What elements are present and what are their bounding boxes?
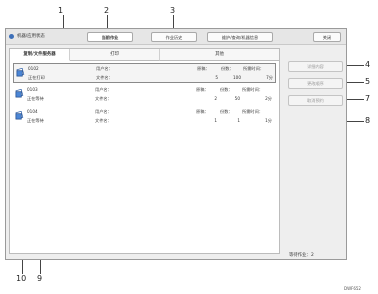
user-name-label: 用户名： [95, 109, 112, 114]
user-name-label: 用户名： [95, 87, 112, 92]
tab-job-history[interactable]: 作业历史 [151, 32, 197, 42]
details-button[interactable]: 详细内容 [288, 61, 343, 72]
waiting-jobs-count: 2 [310, 253, 314, 258]
sets-label: 份数： [220, 87, 233, 92]
sets-label: 份数： [221, 66, 234, 71]
callout-4: 4 [365, 60, 371, 69]
callout-8: 8 [365, 116, 371, 125]
callout-7: 7 [365, 94, 371, 103]
cancel-reserve-button[interactable]: 取消预约 [288, 95, 343, 106]
waiting-jobs-total: 等待作业：2 [289, 252, 314, 258]
copy-job-icon [16, 68, 25, 77]
maintenance-inquiry-button[interactable]: 维护/查询/机器信息 [207, 32, 273, 42]
job-status: 正在等待 [27, 96, 44, 101]
paper-value: 2 [214, 96, 217, 101]
sets-value: 1 [237, 118, 240, 123]
paper-value: 1 [214, 118, 217, 123]
time-value: 2分 [265, 96, 272, 101]
callout-1: 1 [58, 6, 64, 15]
job-number: 0104 [27, 109, 38, 114]
job-list-panel: 复制/文件服务器 打印 其他 0102 正在打印 用户名： 文件名： 原稿： 份… [9, 48, 280, 254]
paper-label: 原稿： [197, 66, 210, 71]
sets-label: 份数： [220, 109, 233, 114]
time-label: 所需时间： [242, 87, 263, 92]
time-value: 1分 [265, 118, 272, 123]
job-number: 0103 [27, 87, 38, 92]
top-bar: 机器/应用状态 当前作业 作业历史 维护/查询/机器信息 关闭 [6, 29, 346, 45]
sets-value: 100 [233, 75, 241, 80]
change-order-button[interactable]: 更改顺序 [288, 78, 343, 89]
paper-label: 原稿： [196, 109, 209, 114]
machine-status-label[interactable]: 机器/应用状态 [17, 32, 45, 41]
tab-printer[interactable]: 打印 [70, 49, 160, 61]
copy-job-icon [15, 89, 24, 98]
file-name-label: 文件名： [96, 75, 113, 80]
paper-label: 原稿： [196, 87, 209, 92]
callout-3: 3 [170, 6, 176, 15]
job-status: 正在打印 [28, 75, 45, 80]
file-name-label: 文件名： [95, 96, 112, 101]
job-row[interactable]: 0102 正在打印 用户名： 文件名： 原稿： 份数： 所需时间： 5 100 … [13, 63, 276, 83]
copy-job-icon [15, 111, 24, 120]
figure-id: DWF652 [344, 286, 361, 291]
callout-9: 9 [37, 274, 43, 283]
tab-current-jobs[interactable]: 当前作业 [87, 32, 133, 42]
callout-2: 2 [104, 6, 110, 15]
time-label: 所需时间： [243, 66, 264, 71]
waiting-jobs-label: 等待作业： [289, 253, 311, 258]
sets-value: 50 [234, 96, 240, 101]
job-row[interactable]: 0104 正在等待 用户名： 文件名： 原稿： 份数： 所需时间： 1 1 1分 [13, 107, 276, 127]
tab-copy-document-server[interactable]: 复制/文件服务器 [10, 49, 70, 61]
status-info-icon [9, 34, 14, 39]
close-button[interactable]: 关闭 [313, 32, 341, 42]
time-value: 7分 [266, 75, 273, 80]
job-list-screen: 机器/应用状态 当前作业 作业历史 维护/查询/机器信息 关闭 复制/文件服务器… [5, 28, 347, 260]
user-name-label: 用户名： [96, 66, 113, 71]
callout-5: 5 [365, 77, 371, 86]
callout-10: 10 [16, 274, 27, 283]
file-name-label: 文件名： [95, 118, 112, 123]
paper-value: 5 [215, 75, 218, 80]
job-number: 0102 [28, 66, 39, 71]
time-label: 所需时间： [242, 109, 263, 114]
job-status: 正在等待 [27, 118, 44, 123]
job-row[interactable]: 0103 正在等待 用户名： 文件名： 原稿： 份数： 所需时间： 2 50 2… [13, 85, 276, 105]
tab-other[interactable]: 其他 [160, 49, 279, 61]
